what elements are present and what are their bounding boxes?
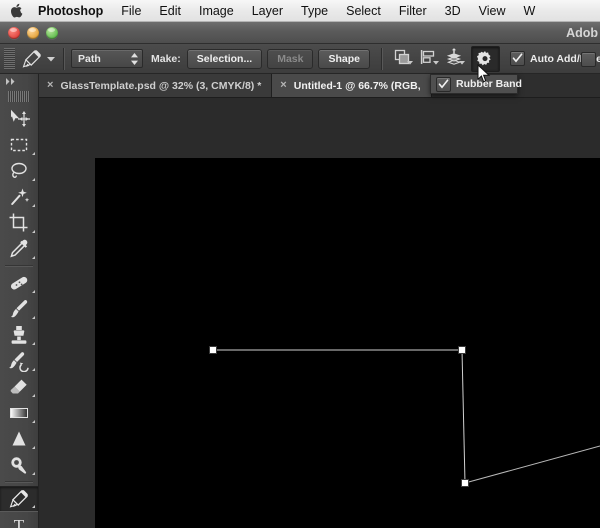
window-title: Adob bbox=[566, 26, 598, 40]
make-label: Make: bbox=[151, 52, 181, 65]
menu-item-window[interactable]: W bbox=[515, 0, 545, 22]
path-anchor-point[interactable] bbox=[461, 479, 469, 487]
pen-tool-icon[interactable] bbox=[19, 46, 45, 72]
svg-text:T: T bbox=[14, 516, 25, 528]
tool-preset-chevron-down-icon[interactable] bbox=[45, 46, 57, 72]
brush-tool[interactable] bbox=[0, 296, 38, 322]
close-button[interactable] bbox=[8, 27, 20, 39]
minimize-button[interactable] bbox=[27, 27, 39, 39]
make-mask-button: Mask bbox=[267, 48, 314, 69]
tool-submenu-triangle-icon bbox=[32, 290, 35, 293]
chevron-down-icon bbox=[458, 52, 465, 70]
menu-item-3d[interactable]: 3D bbox=[436, 0, 470, 22]
tool-submenu-triangle-icon bbox=[32, 446, 35, 449]
document-tab-untitled-1[interactable]: × Untitled-1 @ 66.7% (RGB, bbox=[272, 74, 432, 97]
tool-submenu-triangle-icon bbox=[32, 368, 35, 371]
tool-submenu-triangle-icon bbox=[32, 204, 35, 207]
checkbox-box bbox=[509, 51, 525, 66]
apple-logo-icon[interactable] bbox=[10, 3, 24, 19]
options-divider-1 bbox=[63, 47, 65, 70]
menu-item-view[interactable]: View bbox=[470, 0, 515, 22]
path-alignment-icon[interactable] bbox=[415, 47, 441, 71]
magic-wand-tool[interactable] bbox=[0, 184, 38, 210]
tools-panel-grip[interactable] bbox=[8, 91, 30, 102]
path-segment-right bbox=[461, 349, 466, 484]
path-mode-select[interactable]: Path bbox=[71, 49, 143, 68]
workspace-area bbox=[39, 98, 600, 528]
chevron-down-icon bbox=[432, 52, 439, 70]
blur-tool[interactable] bbox=[0, 426, 38, 452]
move-tool[interactable] bbox=[0, 106, 38, 132]
tool-submenu-triangle-icon bbox=[32, 256, 35, 259]
clone-stamp-tool[interactable] bbox=[0, 322, 38, 348]
stepper-arrows-icon bbox=[131, 52, 138, 65]
spot-healing-brush-tool[interactable] bbox=[0, 270, 38, 296]
options-bar-grip[interactable] bbox=[4, 47, 15, 70]
close-icon[interactable]: × bbox=[280, 80, 286, 91]
pen-tool[interactable] bbox=[0, 486, 38, 512]
tool-submenu-triangle-icon bbox=[32, 472, 35, 475]
options-divider-2 bbox=[380, 47, 383, 70]
document-tab-glasstemplate[interactable]: × GlassTemplate.psd @ 32% (3, CMYK/8) * bbox=[39, 74, 273, 97]
align-edges-checkbox[interactable] bbox=[581, 52, 596, 67]
tool-submenu-triangle-icon bbox=[32, 316, 35, 319]
maximize-button[interactable] bbox=[46, 27, 58, 39]
path-mode-value: Path bbox=[78, 52, 101, 65]
lasso-tool[interactable] bbox=[0, 158, 38, 184]
tool-submenu-triangle-icon bbox=[32, 178, 35, 181]
document-tab-title: Untitled-1 @ 66.7% (RGB, bbox=[293, 79, 421, 92]
rubber-band-preview-segment bbox=[464, 445, 600, 484]
menu-item-edit[interactable]: Edit bbox=[150, 0, 190, 22]
menu-item-type[interactable]: Type bbox=[292, 0, 337, 22]
tool-submenu-triangle-icon bbox=[32, 394, 35, 397]
tool-submenu-triangle-icon bbox=[32, 420, 35, 423]
macos-menu-bar: Photoshop File Edit Image Layer Type Sel… bbox=[0, 0, 600, 22]
tools-divider-1 bbox=[5, 265, 33, 267]
window-controls bbox=[8, 27, 58, 39]
type-tool[interactable]: T bbox=[0, 512, 38, 528]
path-anchor-point[interactable] bbox=[458, 346, 466, 354]
tools-divider-2 bbox=[5, 481, 33, 483]
window-title-bar: Adob bbox=[0, 22, 600, 44]
double-chevron-right-icon[interactable] bbox=[0, 74, 38, 89]
options-bar: Path Make: Selection... Mask Shape Auto … bbox=[0, 44, 600, 74]
menu-item-photoshop[interactable]: Photoshop bbox=[36, 0, 112, 22]
tools-panel: T bbox=[0, 74, 39, 528]
document-tab-title: GlassTemplate.psd @ 32% (3, CMYK/8) * bbox=[60, 79, 262, 92]
document-canvas[interactable] bbox=[95, 158, 600, 528]
eraser-tool[interactable] bbox=[0, 374, 38, 400]
dodge-tool[interactable] bbox=[0, 452, 38, 478]
history-brush-tool[interactable] bbox=[0, 348, 38, 374]
rubber-band-checkbox[interactable] bbox=[436, 76, 451, 92]
rectangular-marquee-tool[interactable] bbox=[0, 132, 38, 158]
tool-submenu-triangle-icon bbox=[32, 152, 35, 155]
tool-submenu-triangle-icon bbox=[32, 505, 35, 508]
menu-item-file[interactable]: File bbox=[112, 0, 150, 22]
crop-tool[interactable] bbox=[0, 210, 38, 236]
rubber-band-dropdown[interactable]: Rubber Band bbox=[430, 74, 522, 94]
tool-submenu-triangle-icon bbox=[32, 230, 35, 233]
menu-item-image[interactable]: Image bbox=[190, 0, 243, 22]
rubber-band-label: Rubber Band bbox=[456, 78, 522, 90]
photoshop-window: Photoshop File Edit Image Layer Type Sel… bbox=[0, 0, 600, 528]
gradient-tool[interactable] bbox=[0, 400, 38, 426]
vector-path-overlay bbox=[209, 346, 600, 487]
chevron-down-icon bbox=[406, 52, 413, 70]
path-arrangement-icon[interactable] bbox=[441, 47, 467, 71]
menu-item-layer[interactable]: Layer bbox=[243, 0, 292, 22]
make-selection-button[interactable]: Selection... bbox=[186, 48, 263, 69]
tool-submenu-triangle-icon bbox=[32, 342, 35, 345]
path-anchor-point[interactable] bbox=[209, 346, 217, 354]
path-operations-icon[interactable] bbox=[389, 47, 415, 71]
menu-item-select[interactable]: Select bbox=[337, 0, 390, 22]
eyedropper-tool[interactable] bbox=[0, 236, 38, 262]
make-shape-button[interactable]: Shape bbox=[318, 48, 370, 69]
close-icon[interactable]: × bbox=[47, 80, 53, 91]
path-options-gear-icon[interactable] bbox=[470, 45, 500, 72]
menu-item-filter[interactable]: Filter bbox=[390, 0, 436, 22]
